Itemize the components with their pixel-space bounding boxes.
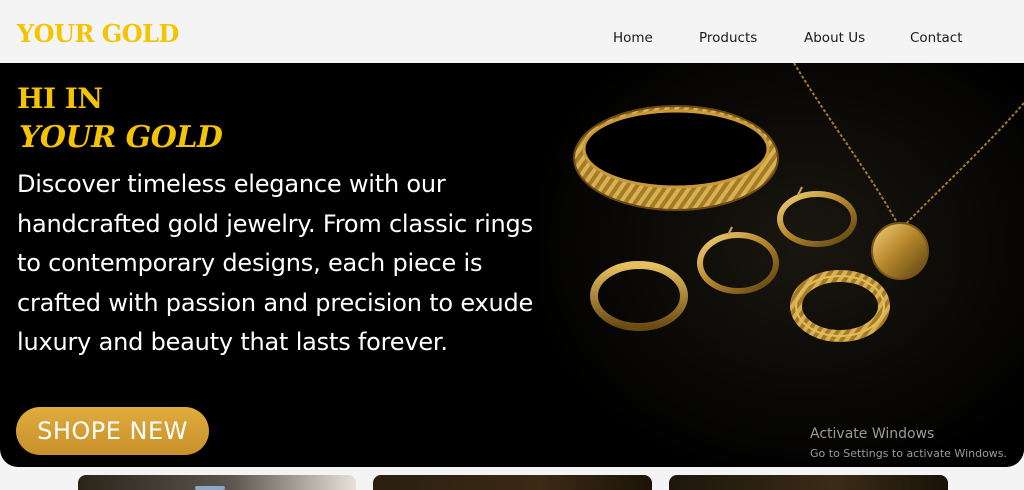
hero-banner: HI IN YOUR GOLD Discover timeless elegan… [0, 63, 1024, 467]
brand-logo[interactable]: YOUR GOLD [17, 22, 179, 46]
hero-title-line-1: HI IN [17, 82, 103, 115]
product-card-2[interactable] [373, 475, 652, 490]
activate-windows-subtitle: Go to Settings to activate Windows. [810, 447, 1008, 460]
product-card-3[interactable] [669, 475, 948, 490]
nav-home-link[interactable]: Home [613, 31, 653, 46]
scroll-indicator [195, 486, 225, 490]
shop-now-button[interactable]: SHOPE NEW [16, 407, 209, 455]
site-header: YOUR GOLD Home Products About Us Contact [0, 0, 1024, 63]
nav-about-us-link[interactable]: About Us [804, 31, 865, 46]
hero-description: Discover timeless elegance with our hand… [17, 170, 534, 356]
hero-title-line-2: YOUR GOLD [19, 120, 223, 155]
activate-windows-title: Activate Windows [810, 426, 935, 442]
jewelry-image [540, 63, 1024, 467]
nav-contact-link[interactable]: Contact [910, 31, 963, 46]
nav-products-link[interactable]: Products [699, 31, 757, 46]
